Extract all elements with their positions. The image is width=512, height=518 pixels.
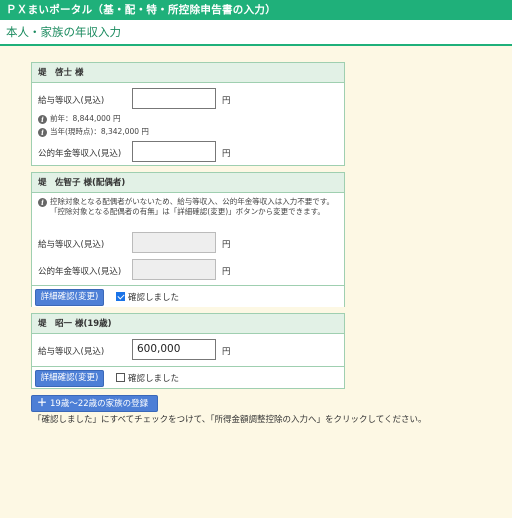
self-prev-year-info: i 前年：8,844,000 円 xyxy=(38,113,121,124)
checkbox-unchecked-icon[interactable] xyxy=(116,373,125,382)
self-salary-unit: 円 xyxy=(222,96,231,106)
spouse-pension-unit: 円 xyxy=(222,267,231,277)
spouse-salary-label: 給与等収入(見込) xyxy=(38,240,105,250)
spouse-income-card: 堤 佐智子 様(配偶者) i 控除対象となる配偶者がいないため、給与等収入、公的… xyxy=(31,172,345,307)
child-detail-button[interactable]: 詳細確認(変更) xyxy=(35,370,104,387)
spouse-salary-unit: 円 xyxy=(222,240,231,250)
self-current-year-info: i 当年(現時点)：8,342,000 円 xyxy=(38,126,149,137)
spouse-confirm-checkbox[interactable]: 確認しました xyxy=(116,291,179,303)
add-family-button[interactable]: ＋ 19歳〜22歳の家族の登録 xyxy=(31,395,158,412)
child-salary-input[interactable]: 600,000 xyxy=(132,339,216,360)
page-header: 本人・家族の年収入力 xyxy=(0,20,512,46)
spouse-salary-input[interactable] xyxy=(132,232,216,253)
child-action-row: 詳細確認(変更) 確認しました xyxy=(32,366,344,388)
self-pension-unit: 円 xyxy=(222,149,231,159)
child-name-header: 堤 昭一 様(19歳) xyxy=(32,314,344,334)
self-salary-label: 給与等収入(見込) xyxy=(38,96,105,106)
child-salary-unit: 円 xyxy=(222,347,231,357)
checkbox-checked-icon[interactable] xyxy=(116,292,125,301)
page-title: 本人・家族の年収入力 xyxy=(6,25,121,39)
plus-icon: ＋ xyxy=(37,398,47,409)
self-pension-label: 公的年金等収入(見込) xyxy=(38,149,122,159)
child-income-card: 堤 昭一 様(19歳) 給与等収入(見込) 600,000 円 詳細確認(変更)… xyxy=(31,313,345,389)
app-title-bar: ＰＸまいポータル（基・配・特・所控除申告書の入力） xyxy=(0,0,512,20)
spouse-action-row: 詳細確認(変更) 確認しました xyxy=(32,285,344,307)
self-salary-input[interactable] xyxy=(132,88,216,109)
spouse-note: i 控除対象となる配偶者がいないため、給与等収入、公的年金等収入は入力不要です。… xyxy=(38,197,340,217)
spouse-detail-button[interactable]: 詳細確認(変更) xyxy=(35,289,104,306)
self-pension-input[interactable] xyxy=(132,141,216,162)
spouse-pension-input[interactable] xyxy=(132,259,216,280)
self-name-header: 堤 啓士 様 xyxy=(32,63,344,83)
info-icon: i xyxy=(38,198,47,207)
info-icon: i xyxy=(38,128,47,137)
info-icon: i xyxy=(38,115,47,124)
child-confirm-checkbox[interactable]: 確認しました xyxy=(116,372,179,384)
instruction-text: 「確認しました」にすべてチェックをつけて、「所得金額調整控除の入力へ」をクリック… xyxy=(33,415,427,425)
self-income-card: 堤 啓士 様 給与等収入(見込) 円 i 前年：8,844,000 円 i 当年(現… xyxy=(31,62,345,166)
child-salary-label: 給与等収入(見込) xyxy=(38,347,105,357)
spouse-name-header: 堤 佐智子 様(配偶者) xyxy=(32,173,344,193)
spouse-pension-label: 公的年金等収入(見込) xyxy=(38,267,122,277)
